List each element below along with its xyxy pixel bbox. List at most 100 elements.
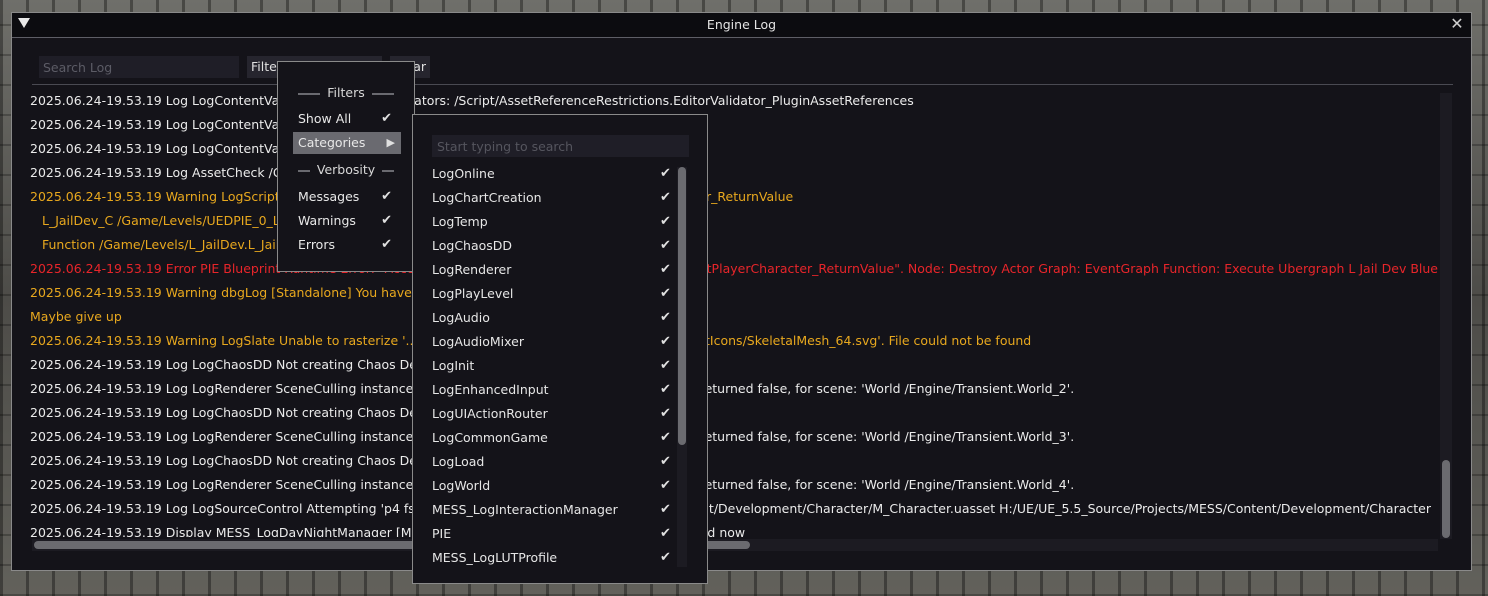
category-list: LogOnline ✔ LogChartCreation ✔ LogTemp ✔ LogCh… — [413, 162, 677, 570]
log-line: 2025.06.24-19.53.19 Log AssetCheck /Game… — [30, 165, 315, 180]
check-icon: ✔ — [381, 111, 392, 126]
category-label: LogEnhancedInput — [432, 382, 549, 397]
log-line: 2025.06.24-19.53.19 Warning dbgLog [Stan… — [30, 285, 522, 300]
log-line: 2025.06.24-19.53.19 Log LogSourceControl… — [30, 501, 1431, 516]
category-label: LogChartCreation — [432, 190, 542, 205]
category-item[interactable]: LogEnhancedInput ✔ — [413, 378, 677, 402]
check-icon: ✔ — [660, 406, 671, 421]
check-icon: ✔ — [660, 454, 671, 469]
category-item[interactable]: LogTemp ✔ — [413, 210, 677, 234]
menu-item-errors[interactable]: Errors ✔ — [293, 234, 401, 256]
category-scrollbar[interactable] — [677, 167, 687, 567]
category-item[interactable]: LogChaosDD ✔ — [413, 234, 677, 258]
check-icon: ✔ — [660, 214, 671, 229]
log-horizontal-scrollbar[interactable] — [32, 539, 1438, 551]
category-label: LogOnline — [432, 166, 495, 181]
engine-log-window: Engine Log ✕ Filters Clear 2025.06.24-19… — [11, 12, 1472, 571]
search-log-input[interactable] — [39, 56, 239, 78]
show-all-label: Show All — [298, 111, 352, 126]
category-label: LogLoad — [432, 454, 485, 469]
category-item[interactable]: MESS_LogInteractionManager ✔ — [413, 498, 677, 522]
check-icon: ✔ — [660, 358, 671, 373]
check-icon: ✔ — [660, 262, 671, 277]
check-icon: ✔ — [660, 190, 671, 205]
category-item[interactable]: LogLoad ✔ — [413, 450, 677, 474]
category-item[interactable]: LogCommonGame ✔ — [413, 426, 677, 450]
log-line: 2025.06.24-19.53.19 Log LogChaosDD Not c… — [30, 357, 540, 372]
category-label: LogPlayLevel — [432, 286, 514, 301]
close-button[interactable]: ✕ — [1449, 15, 1465, 33]
check-icon: ✔ — [381, 189, 392, 204]
category-label: LogUIActionRouter — [432, 406, 548, 421]
heading-divider-left — [298, 170, 310, 172]
log-line: 2025.06.24-19.53.19 Log LogContentValida… — [30, 141, 584, 156]
category-search-input[interactable] — [432, 135, 689, 157]
category-item[interactable]: MESS_LogLUTProfile ✔ — [413, 546, 677, 570]
window-title: Engine Log — [706, 17, 777, 32]
heading-divider-right — [382, 170, 394, 172]
submenu-arrow-icon: ▶ — [386, 136, 395, 149]
category-label: LogCommonGame — [432, 430, 548, 445]
menu-item-show-all[interactable]: Show All ✔ — [293, 108, 401, 130]
category-item[interactable]: LogChartCreation ✔ — [413, 186, 677, 210]
check-icon: ✔ — [660, 430, 671, 445]
category-item[interactable]: LogPlayLevel ✔ — [413, 282, 677, 306]
log-line: 2025.06.24-19.53.19 Log LogChaosDD Not c… — [30, 405, 540, 420]
category-item[interactable]: LogRenderer ✔ — [413, 258, 677, 282]
category-label: MESS_LogInteractionManager — [432, 502, 618, 517]
category-label: LogInit — [432, 358, 475, 373]
categories-label: Categories — [298, 135, 366, 150]
category-label: MESS_LogLUTProfile — [432, 550, 558, 565]
log-vertical-scrollbar[interactable] — [1440, 93, 1452, 539]
log-line: 2025.06.24-19.53.19 Log LogRenderer Scen… — [30, 477, 1075, 492]
log-line: Maybe give up — [30, 309, 122, 324]
check-icon: ✔ — [660, 238, 671, 253]
category-item[interactable]: LogInit ✔ — [413, 354, 677, 378]
toolbar-divider — [32, 84, 1453, 85]
menu-item-messages[interactable]: Messages ✔ — [293, 186, 401, 208]
category-label: LogAudio — [432, 310, 490, 325]
category-item[interactable]: LogWorld ✔ — [413, 474, 677, 498]
category-label: LogChaosDD — [432, 238, 513, 253]
title-bar[interactable]: Engine Log ✕ — [12, 13, 1471, 38]
log-line: 2025.06.24-19.53.19 Warning LogScript Ac… — [30, 189, 793, 204]
category-scroll-thumb[interactable] — [678, 167, 686, 445]
filters-heading: Filters — [278, 83, 414, 103]
category-item[interactable]: LogAudio ✔ — [413, 306, 677, 330]
log-line: 2025.06.24-19.53.19 Log LogRenderer Scen… — [30, 429, 1075, 444]
heading-divider-right — [372, 93, 394, 95]
menu-item-categories[interactable]: Categories ▶ — [293, 132, 401, 154]
log-line: L_JailDev_C /Game/Levels/UEDPIE_0_L_Jail… — [42, 213, 576, 228]
category-item[interactable]: LogOnline ✔ — [413, 162, 677, 186]
log-line: 2025.06.24-19.53.19 Log LogRenderer Scen… — [30, 381, 1075, 396]
check-icon: ✔ — [660, 502, 671, 517]
filters-heading-label: Filters — [327, 85, 365, 100]
check-icon: ✔ — [660, 526, 671, 541]
check-icon: ✔ — [660, 478, 671, 493]
category-label: PIE — [432, 526, 452, 541]
check-icon: ✔ — [381, 237, 392, 252]
log-line: 2025.06.24-19.53.19 Log LogContentValida… — [30, 117, 669, 132]
log-output[interactable]: 2025.06.24-19.53.19 Log LogContentValida… — [30, 89, 1439, 537]
log-line: 2025.06.24-19.53.19 Log LogContentValida… — [30, 93, 914, 108]
verbosity-heading: Verbosity — [278, 160, 414, 180]
category-label: LogAudioMixer — [432, 334, 524, 349]
menu-item-warnings[interactable]: Warnings ✔ — [293, 210, 401, 232]
heading-divider-left — [298, 93, 320, 95]
log-line: 2025.06.24-19.53.19 Error PIE Blueprint … — [30, 261, 1439, 276]
log-vertical-scroll-thumb[interactable] — [1442, 460, 1450, 538]
category-label: LogTemp — [432, 214, 488, 229]
category-item[interactable]: LogAudioMixer ✔ — [413, 330, 677, 354]
check-icon: ✔ — [660, 166, 671, 181]
categories-submenu: LogOnline✔LogChartCreation✔LogTemp✔LogCh… — [412, 114, 708, 584]
log-line: 2025.06.24-19.53.19 Display MESS_LogDayN… — [30, 525, 746, 537]
category-item[interactable]: LogUIActionRouter ✔ — [413, 402, 677, 426]
log-line: Function /Game/Levels/L_JailDev.L_JailDe… — [42, 237, 537, 252]
check-icon: ✔ — [660, 286, 671, 301]
category-item[interactable]: PIE ✔ — [413, 522, 677, 546]
check-icon: ✔ — [660, 382, 671, 397]
check-icon: ✔ — [660, 310, 671, 325]
warnings-label: Warnings — [298, 213, 356, 228]
category-label: LogWorld — [432, 478, 491, 493]
check-icon: ✔ — [660, 550, 671, 565]
